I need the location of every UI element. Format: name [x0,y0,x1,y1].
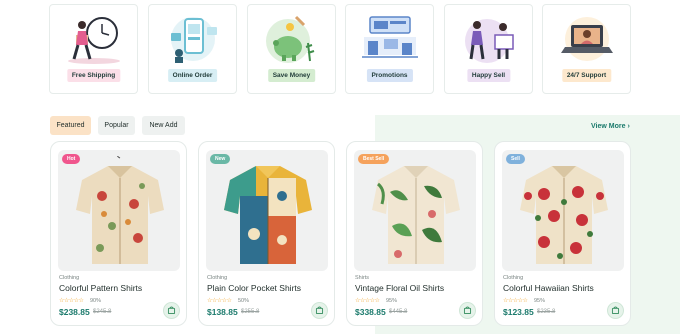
add-to-cart-button[interactable] [311,302,328,319]
product-old-price: $445.8 [389,309,408,315]
add-to-cart-button[interactable] [459,302,476,319]
badge-best-sell: Best Sell [358,154,390,164]
product-name[interactable]: Colorful Hawaiian Shirts [503,283,594,293]
product-image[interactable]: Hot [58,150,180,271]
feature-online-order[interactable]: Online Order [148,4,237,94]
product-old-price: $235.8 [537,309,556,315]
star-rating-icon: ☆☆☆☆☆ [355,298,380,304]
star-rating-icon: ☆☆☆☆☆ [207,298,232,304]
red-floral-hawaiian-shirt [520,166,608,264]
product-category: Clothing [207,275,228,281]
cream-palm-leaf-shirt [372,166,460,264]
product-image[interactable]: New [206,150,328,271]
feature-label: Promotions [366,69,413,82]
product-card[interactable]: Hot Clothing Colorful Pattern Shirts ☆☆☆… [50,141,187,326]
product-card[interactable]: Sell Clothing Colorful Hawaiian Shirts ☆… [494,141,631,326]
chevron-right-icon: › [627,123,630,130]
product-name[interactable]: Plain Color Pocket Shirts [207,283,301,293]
star-rating-icon: ☆☆☆☆☆ [503,298,528,304]
rating-percent: 50% [238,298,250,304]
product-old-price: $255.8 [241,309,260,315]
star-rating-icon: ☆☆☆☆☆ [59,298,84,304]
beige-mushroom-print-shirt [76,156,164,264]
product-category: Shirts [355,275,370,281]
rating-percent: 95% [534,298,546,304]
feature-label: Save Money [267,69,316,82]
feature-label: Online Order [167,69,218,82]
product-name[interactable]: Vintage Floral Oil Shirts [355,283,444,293]
tab-new-add[interactable]: New Add [142,116,185,135]
feature-row: Free Shipping Online Order Save Money Pr… [49,4,631,94]
product-image[interactable]: Best Sell [354,150,476,271]
product-price: $338.85 [355,307,386,317]
view-more-link[interactable]: View More › [591,123,630,130]
tab-featured[interactable]: Featured [50,116,91,135]
feature-support[interactable]: 24/7 Support [542,4,631,94]
feature-label: Free Shipping [66,69,121,82]
yellow-blue-patchwork-shirt [224,166,312,264]
feature-promotions[interactable]: Promotions [345,4,434,94]
rating-percent: 95% [386,298,398,304]
product-price: $238.85 [59,307,90,317]
add-to-cart-button[interactable] [163,302,180,319]
feature-label: 24/7 Support [561,69,612,82]
badge-hot: Hot [62,154,81,164]
product-category: Clothing [59,275,80,281]
product-card[interactable]: Best Sell Shirts Vintage Floral Oil Shir… [346,141,483,326]
product-card[interactable]: New Clothing Plain Color Pocket Shirts ☆… [198,141,335,326]
badge-new: New [210,154,231,164]
product-price: $123.85 [503,307,534,317]
add-to-cart-button[interactable] [607,302,624,319]
product-old-price: $245.8 [93,309,112,315]
feature-happy-sell[interactable]: Happy Sell [444,4,533,94]
product-price: $138.85 [207,307,238,317]
laptop-support-illustration [561,17,613,61]
happy-sell-illustration [465,19,514,63]
product-name[interactable]: Colorful Pattern Shirts [59,283,142,293]
product-image[interactable]: Sell [502,150,624,271]
rating-percent: 90% [90,298,102,304]
piggy-bank-illustration [266,15,315,63]
product-category: Clothing [503,275,524,281]
view-more-label: View More [591,123,626,130]
delivery-clock-illustration [68,17,120,64]
online-order-illustration [171,17,217,63]
promotions-billboard-illustration [362,16,418,58]
feature-save-money[interactable]: Save Money [247,4,336,94]
feature-label: Happy Sell [466,69,511,82]
feature-free-shipping[interactable]: Free Shipping [49,4,138,94]
tab-popular[interactable]: Popular [98,116,135,135]
badge-sell: Sell [506,154,525,164]
